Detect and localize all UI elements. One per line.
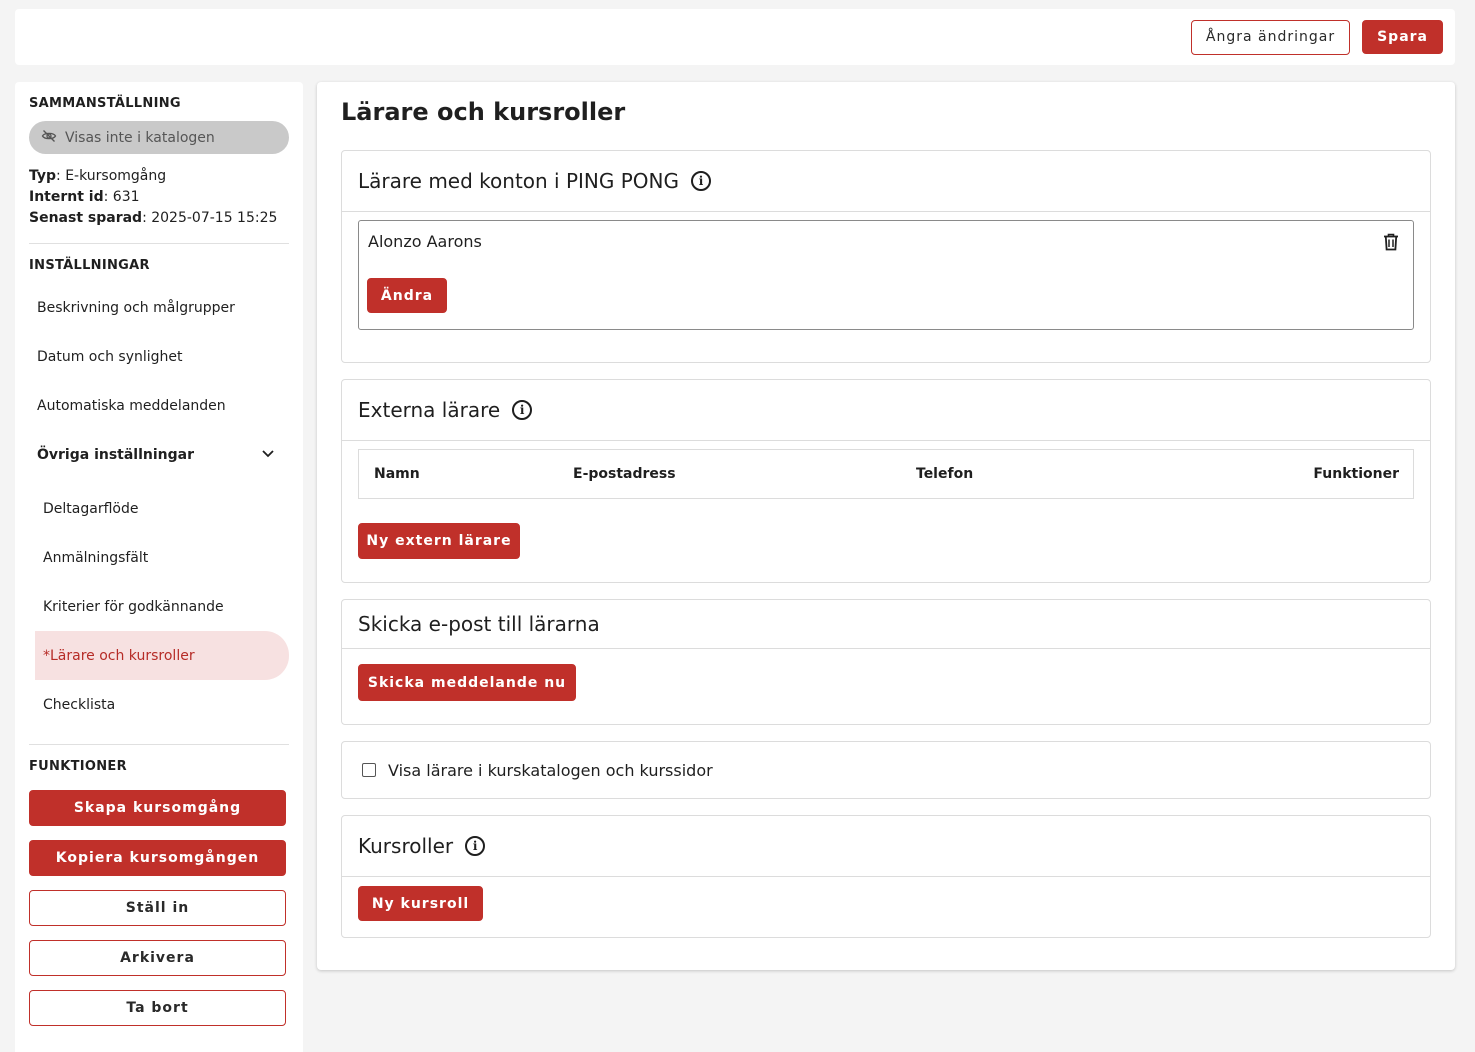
divider bbox=[29, 243, 289, 244]
nav-item-notifications[interactable]: Automatiska meddelanden bbox=[29, 381, 289, 430]
show-teachers-row: Visa lärare i kurskatalogen och kurssido… bbox=[342, 742, 1430, 798]
nav-group-label: Övriga inställningar bbox=[37, 446, 195, 463]
settings-heading: INSTÄLLNINGAR bbox=[29, 258, 150, 273]
external-teachers-card: Externa lärare i Namn E-postadress Telef… bbox=[341, 379, 1431, 583]
roles-card-title: Kursroller bbox=[358, 834, 454, 858]
external-card-header: Externa lärare i bbox=[342, 380, 1430, 441]
summary-heading: SAMMANSTÄLLNING bbox=[29, 96, 181, 111]
nav-item-description[interactable]: Beskrivning och målgrupper bbox=[29, 283, 289, 332]
main-panel: Lärare och kursroller Lärare med konton … bbox=[317, 82, 1455, 970]
nav-item-participant-flow[interactable]: Deltagarflöde bbox=[29, 484, 289, 533]
trash-icon[interactable] bbox=[1383, 233, 1399, 255]
teacher-name: Alonzo Aarons bbox=[368, 232, 482, 251]
show-teachers-card: Visa lärare i kurskatalogen och kurssido… bbox=[341, 741, 1431, 799]
cancel-course-button[interactable]: Ställ in bbox=[29, 890, 286, 926]
teachers-card-header: Lärare med konton i PING PONG i bbox=[342, 151, 1430, 212]
undo-changes-button[interactable]: Ångra ändringar bbox=[1190, 19, 1351, 55]
email-card-title: Skicka e-post till lärarna bbox=[358, 612, 600, 636]
page-title: Lärare och kursroller bbox=[341, 98, 626, 126]
course-meta: Typ: E-kursomgång Internt id: 631 Senast… bbox=[29, 166, 289, 229]
internal-id-label: Internt id bbox=[29, 189, 104, 205]
copy-course-button[interactable]: Kopiera kursomgången bbox=[29, 840, 286, 876]
visibility-status-pill: Visas inte i katalogen bbox=[29, 121, 289, 154]
eye-off-icon bbox=[41, 128, 57, 148]
info-icon[interactable]: i bbox=[512, 400, 533, 420]
info-icon[interactable]: i bbox=[691, 171, 712, 191]
column-header-functions: Funktioner bbox=[1313, 466, 1399, 482]
info-icon[interactable]: i bbox=[465, 836, 486, 856]
nav-item-dates[interactable]: Datum och synlighet bbox=[29, 332, 289, 381]
show-teachers-checkbox[interactable] bbox=[362, 763, 376, 777]
type-value: : E-kursomgång bbox=[56, 168, 167, 184]
nav-group-other-settings[interactable]: Övriga inställningar bbox=[29, 430, 289, 479]
new-course-role-button[interactable]: Ny kursroll bbox=[358, 886, 483, 921]
archive-button[interactable]: Arkivera bbox=[29, 940, 286, 976]
teachers-card-title: Lärare med konton i PING PONG bbox=[358, 169, 680, 193]
show-teachers-label[interactable]: Visa lärare i kurskatalogen och kurssido… bbox=[388, 761, 713, 780]
change-teacher-button[interactable]: Ändra bbox=[367, 278, 447, 313]
sidebar: SAMMANSTÄLLNING Visas inte i katalogen T… bbox=[15, 82, 303, 1052]
nav-item-registration-fields[interactable]: Anmälningsfält bbox=[29, 533, 289, 582]
column-header-email: E-postadress bbox=[573, 466, 676, 482]
last-saved-label: Senast sparad bbox=[29, 210, 143, 226]
save-button[interactable]: Spara bbox=[1362, 20, 1443, 54]
new-external-teacher-button[interactable]: Ny extern lärare bbox=[358, 523, 520, 559]
nav-item-teachers-roles[interactable]: *Lärare och kursroller bbox=[35, 631, 289, 680]
external-teachers-table-header: Namn E-postadress Telefon Funktioner bbox=[358, 449, 1414, 499]
last-saved-value: : 2025-07-15 15:25 bbox=[142, 210, 278, 226]
course-roles-card: Kursroller i Ny kursroll bbox=[341, 815, 1431, 938]
teacher-entry: Alonzo Aarons Ändra bbox=[358, 220, 1414, 330]
delete-button[interactable]: Ta bort bbox=[29, 990, 286, 1026]
divider bbox=[29, 744, 289, 745]
chevron-down-icon bbox=[261, 447, 275, 463]
email-teachers-card: Skicka e-post till lärarna Skicka meddel… bbox=[341, 599, 1431, 725]
nav-item-checklist[interactable]: Checklista bbox=[29, 680, 289, 729]
column-header-name: Namn bbox=[374, 466, 420, 482]
roles-card-header: Kursroller i bbox=[342, 816, 1430, 877]
email-card-header: Skicka e-post till lärarna bbox=[342, 600, 1430, 649]
nav-item-approval-criteria[interactable]: Kriterier för godkännande bbox=[29, 582, 289, 631]
visibility-status-label: Visas inte i katalogen bbox=[65, 129, 215, 146]
column-header-phone: Telefon bbox=[916, 466, 974, 482]
external-card-title: Externa lärare bbox=[358, 398, 501, 422]
top-action-bar: Ångra ändringar Spara bbox=[15, 9, 1455, 65]
functions-heading: FUNKTIONER bbox=[29, 759, 127, 774]
create-course-button[interactable]: Skapa kursomgång bbox=[29, 790, 286, 826]
send-message-button[interactable]: Skicka meddelande nu bbox=[358, 664, 576, 701]
internal-id-value: : 631 bbox=[103, 189, 140, 205]
type-label: Typ bbox=[29, 168, 57, 184]
teachers-card: Lärare med konton i PING PONG i Alonzo A… bbox=[341, 150, 1431, 363]
